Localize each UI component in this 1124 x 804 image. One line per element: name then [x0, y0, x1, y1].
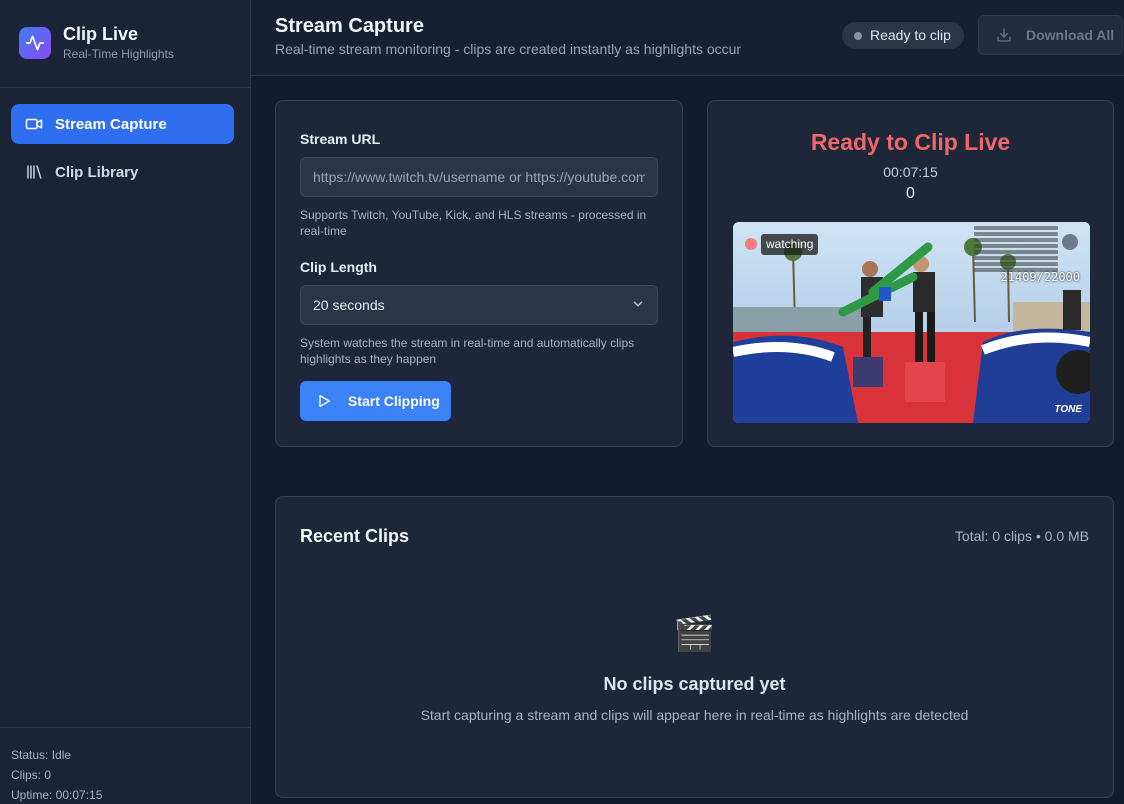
page-title: Stream Capture: [275, 15, 424, 37]
status-dot-icon: [854, 32, 862, 40]
library-icon: [24, 162, 44, 182]
recent-clips-card: Recent Clips Total: 0 clips • 0.0 MB 🎬 N…: [275, 496, 1114, 798]
status-badge: Ready to clip: [842, 22, 964, 49]
sidebar-divider: [0, 87, 250, 88]
capture-form-card: Stream URL Supports Twitch, YouTube, Kic…: [275, 100, 683, 447]
recent-clips-title: Recent Clips: [300, 526, 410, 546]
pulse-logo-icon: [19, 26, 51, 59]
stream-url-input[interactable]: [300, 157, 658, 197]
watching-badge: watching: [761, 234, 819, 255]
download-icon: [996, 27, 1012, 43]
clapperboard-icon: 🎬: [673, 615, 716, 653]
sidebar-item-clip-library[interactable]: Clip Library: [11, 152, 234, 192]
watermark-logo: TONE: [1054, 404, 1082, 415]
brand: Clip Live Real-Time Highlights: [19, 24, 174, 61]
clip-length-select[interactable]: 20 seconds: [300, 285, 658, 325]
recording-dot-icon: [745, 238, 757, 250]
live-preview-card: Ready to Clip Live 00:07:15 0 watching 2…: [707, 100, 1114, 447]
clips-count-text: Clips: 0: [11, 768, 52, 782]
start-clipping-label: Start Clipping: [348, 393, 440, 409]
play-icon: [316, 393, 332, 409]
stream-url-help: Supports Twitch, YouTube, Kick, and HLS …: [300, 208, 647, 238]
download-all-button[interactable]: Download All: [978, 15, 1123, 55]
sidebar-item-label: Stream Capture: [55, 115, 167, 133]
status-badge-label: Ready to clip: [870, 27, 951, 43]
clips-total-meta: Total: 0 clips • 0.0 MB: [954, 528, 1089, 544]
preview-clip-count: 0: [906, 185, 915, 202]
sidebar-stats: Status: Idle Clips: 0 Uptime: 00:07:15: [11, 745, 102, 804]
sidebar-item-stream-capture[interactable]: Stream Capture: [11, 104, 234, 144]
clip-length-help: System watches the stream in real-time a…: [300, 336, 635, 366]
page-subtitle: Real-time stream monitoring - clips are …: [275, 41, 742, 57]
video-camera-icon: [24, 114, 44, 134]
clip-length-value: 20 seconds: [313, 297, 385, 313]
start-clipping-button[interactable]: Start Clipping: [300, 381, 451, 421]
sidebar-item-label: Clip Library: [55, 163, 139, 181]
sidebar-bottom-divider: [0, 727, 250, 728]
page-header: Stream Capture Real-time stream monitori…: [251, 0, 1124, 76]
stream-url-label: Stream URL: [300, 131, 381, 147]
chat-overlay: [974, 224, 1058, 272]
stream-score-overlay: 21409/22000: [1000, 270, 1080, 284]
clip-length-label: Clip Length: [300, 259, 377, 275]
chevron-down-icon: [631, 297, 645, 314]
brand-subtitle: Real-Time Highlights: [63, 47, 174, 61]
brand-title: Clip Live: [63, 24, 139, 44]
empty-state-subtitle: Start capturing a stream and clips will …: [420, 707, 969, 723]
status-text: Status: Idle: [11, 748, 72, 762]
streamer-avatar-icon: [1062, 234, 1078, 250]
download-all-label: Download All: [1026, 27, 1115, 43]
stream-preview-video[interactable]: watching 21409/22000 TONE: [733, 222, 1090, 423]
empty-state-title: No clips captured yet: [603, 674, 786, 694]
sidebar: Clip Live Real-Time Highlights Stream Ca…: [0, 0, 251, 804]
preview-timer: 00:07:15: [883, 164, 938, 180]
preview-title: Ready to Clip Live: [810, 129, 1011, 155]
uptime-text: Uptime: 00:07:15: [11, 788, 103, 802]
